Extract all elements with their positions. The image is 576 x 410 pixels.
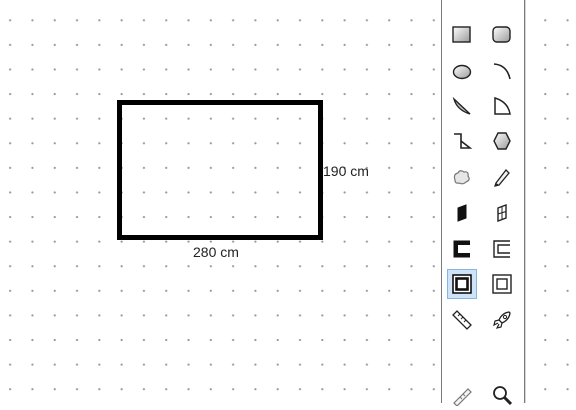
open-wall-bracket-icon bbox=[453, 240, 470, 258]
open-wall-double-bracket-icon bbox=[493, 240, 510, 258]
arc-tool[interactable] bbox=[487, 56, 517, 86]
pencil-icon bbox=[494, 169, 510, 187]
wall-rect-icon bbox=[492, 274, 512, 294]
pie-segment-icon bbox=[494, 96, 511, 115]
chord-tool[interactable] bbox=[447, 91, 477, 121]
polyline-corner-tool[interactable] bbox=[447, 126, 477, 156]
double-wall-rect-icon bbox=[452, 274, 472, 294]
pencil-tool[interactable] bbox=[487, 162, 517, 192]
drawing-tools-palette bbox=[441, 0, 525, 406]
open-wall-bracket-tool[interactable] bbox=[447, 234, 477, 264]
ruler-icon bbox=[452, 310, 472, 330]
zoom-tool[interactable] bbox=[487, 380, 517, 410]
room-rectangle-shape[interactable] bbox=[117, 100, 323, 240]
polyline-corner-icon bbox=[454, 133, 473, 149]
ellipse-icon bbox=[452, 64, 472, 80]
double-wall-rect-tool[interactable] bbox=[447, 269, 477, 299]
door-icon bbox=[457, 204, 467, 222]
hexagon-tool[interactable] bbox=[487, 126, 517, 156]
ellipse-tool[interactable] bbox=[447, 56, 477, 86]
rocket-icon bbox=[493, 311, 511, 329]
open-wall-double-bracket-tool[interactable] bbox=[487, 234, 517, 264]
rectangle-icon bbox=[452, 26, 471, 43]
arc-icon bbox=[493, 63, 511, 80]
window-tool[interactable] bbox=[487, 198, 517, 228]
rounded-rectangle-tool[interactable] bbox=[487, 20, 517, 50]
room-width-dimension-label: 280 cm bbox=[193, 244, 239, 260]
measure-tape-tool[interactable] bbox=[447, 380, 477, 410]
chord-icon bbox=[452, 96, 471, 115]
hexagon-icon bbox=[493, 132, 511, 150]
rocket-tool[interactable] bbox=[487, 305, 517, 335]
room-height-dimension-label: 190 cm bbox=[323, 163, 369, 179]
door-tool[interactable] bbox=[447, 198, 477, 228]
wall-rect-tool[interactable] bbox=[487, 269, 517, 299]
pie-segment-tool[interactable] bbox=[487, 91, 517, 121]
window-icon bbox=[497, 203, 507, 223]
freeform-shape-icon bbox=[453, 170, 470, 185]
freeform-shape-tool[interactable] bbox=[447, 162, 477, 192]
rounded-rectangle-icon bbox=[492, 26, 511, 43]
rectangle-tool[interactable] bbox=[447, 20, 477, 50]
ruler-tool[interactable] bbox=[447, 305, 477, 335]
